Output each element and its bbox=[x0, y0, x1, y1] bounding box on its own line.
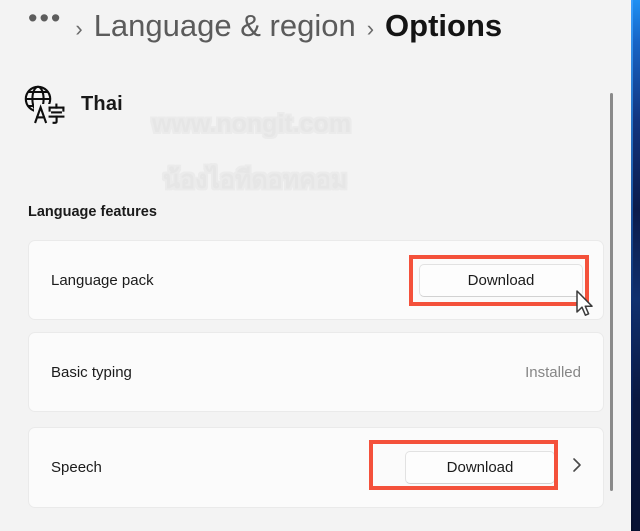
status-badge-installed: Installed bbox=[525, 363, 581, 381]
vertical-scrollbar[interactable] bbox=[606, 0, 618, 531]
breadcrumb-separator-2: › bbox=[366, 16, 375, 41]
feature-label: Speech bbox=[51, 459, 102, 476]
language-header: Thai bbox=[22, 82, 123, 126]
watermark-domain: www.nongit.com bbox=[152, 110, 352, 138]
download-button-speech[interactable]: Download bbox=[405, 451, 555, 484]
download-button-language-pack[interactable]: Download bbox=[419, 263, 583, 297]
feature-label: Language pack bbox=[51, 271, 154, 289]
breadcrumb-overflow-button[interactable]: ••• bbox=[26, 5, 64, 32]
feature-row-basic-typing[interactable]: Basic typing Installed bbox=[28, 332, 604, 412]
language-name: Thai bbox=[81, 92, 123, 115]
breadcrumb-current-options: Options bbox=[385, 8, 503, 43]
section-label-language-features: Language features bbox=[28, 204, 157, 220]
feature-label: Basic typing bbox=[51, 363, 132, 381]
language-globe-icon bbox=[22, 84, 66, 124]
scrollbar-thumb[interactable] bbox=[610, 93, 613, 491]
desktop-wallpaper-strip bbox=[631, 0, 640, 531]
breadcrumb-separator-1: › bbox=[75, 16, 83, 41]
breadcrumb: ••• › Language & region › Options bbox=[26, 5, 503, 56]
settings-window: ••• › Language & region › Options Thai w… bbox=[0, 0, 631, 531]
feature-row-speech[interactable]: Speech Download bbox=[28, 427, 604, 508]
watermark-thai-text: น้องไอทีดอทคอม bbox=[163, 166, 348, 194]
feature-row-language-pack[interactable]: Language pack Download bbox=[28, 240, 604, 320]
breadcrumb-link-language-region[interactable]: Language & region bbox=[94, 10, 356, 41]
chevron-right-icon[interactable] bbox=[555, 455, 583, 480]
